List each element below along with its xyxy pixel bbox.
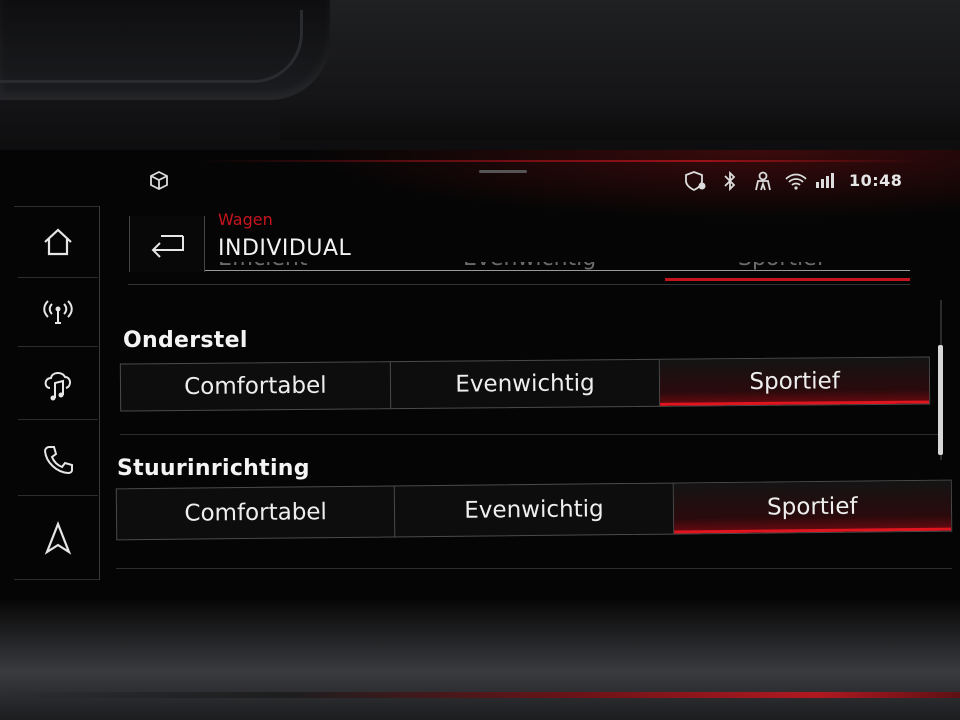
ghost-active-indicator <box>665 278 910 281</box>
car-dashboard-scene: 10:48 Wagen INDIVIDUAL Efficiënt Evenwic… <box>0 0 960 720</box>
breadcrumb-subtitle: Wagen <box>218 210 273 229</box>
section-divider <box>120 434 940 435</box>
driver-icon <box>752 170 774 192</box>
car-signal-icon <box>43 299 73 324</box>
wifi-icon <box>784 170 808 192</box>
section-label-onderstel: Onderstel <box>123 328 248 353</box>
package-icon <box>148 170 170 192</box>
dashboard-surface <box>280 0 960 140</box>
screen-accent-line <box>200 160 920 162</box>
navigation-arrow-icon <box>44 520 72 555</box>
scrollbar-thumb[interactable] <box>938 345 943 455</box>
onderstel-option-evenwichtig[interactable]: Evenwichtig <box>390 359 661 409</box>
onderstel-option-sportief[interactable]: Sportief <box>660 357 930 406</box>
back-arrow-icon <box>151 235 184 258</box>
clock: 10:48 <box>849 171 903 190</box>
onderstel-option-comfortabel[interactable]: Comfortabel <box>120 362 391 411</box>
nav-navigation[interactable] <box>18 502 98 574</box>
location-shield-icon <box>684 170 708 192</box>
air-vent <box>0 0 330 100</box>
bluetooth-icon <box>722 170 738 192</box>
nav-car[interactable] <box>18 275 98 347</box>
header-divider <box>205 270 910 271</box>
row-divider <box>128 284 910 285</box>
page-title: INDIVIDUAL <box>218 236 352 261</box>
nav-media[interactable] <box>18 348 98 420</box>
section-divider-bottom <box>116 568 952 569</box>
stuurinrichting-option-evenwichtig[interactable]: Evenwichtig <box>395 483 674 537</box>
onderstel-selector: Comfortabel Evenwichtig Sportief <box>119 356 931 412</box>
nav-home[interactable] <box>18 206 98 278</box>
stuurinrichting-option-comfortabel[interactable]: Comfortabel <box>116 486 396 540</box>
nav-phone[interactable] <box>18 424 98 496</box>
lte-signal-icon <box>814 170 838 192</box>
stuurinrichting-option-sportief[interactable]: Sportief <box>673 480 952 534</box>
drawer-handle[interactable] <box>479 170 527 173</box>
screen-bezel <box>0 600 960 720</box>
stuurinrichting-selector: Comfortabel Evenwichtig Sportief <box>115 479 953 541</box>
home-icon <box>44 228 72 255</box>
phone-icon <box>43 445 73 474</box>
section-label-stuurinrichting: Stuurinrichting <box>117 456 310 481</box>
music-icon <box>44 371 71 400</box>
